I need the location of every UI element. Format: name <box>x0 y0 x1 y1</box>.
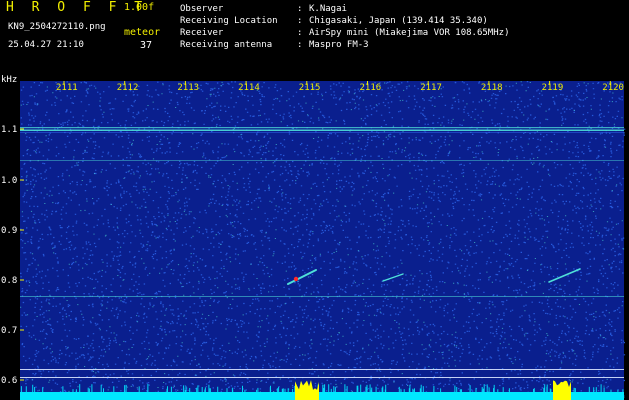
x-tick-label: 2111 <box>56 83 78 93</box>
reference-line-2 <box>20 377 624 378</box>
x-tick-label: 2120 <box>602 83 624 93</box>
meteor-peak-1 <box>293 276 299 282</box>
x-tick-label: 2115 <box>299 83 321 93</box>
carrier-line-lower <box>20 132 624 133</box>
x-tick-label: 2116 <box>360 83 382 93</box>
y-tick-label: 0.6 <box>1 376 17 386</box>
y-tick-label: 0.9 <box>1 226 17 236</box>
faint-line-2 <box>20 296 624 297</box>
activity-baseline <box>20 392 624 400</box>
x-tick-label: 2119 <box>542 83 564 93</box>
x-tick-label: 2118 <box>481 83 503 93</box>
spectrogram-background <box>20 81 624 400</box>
faint-line-1 <box>20 160 624 161</box>
x-tick-label: 2112 <box>117 83 139 93</box>
carrier-line-main <box>20 129 624 131</box>
spectrogram-canvas: 2111 2112 2113 2114 2115 2116 2117 2118 2119 2120… <box>1 81 626 400</box>
y-tick-label: 1.0 <box>1 176 17 186</box>
reference-line-1 <box>20 369 624 370</box>
x-tick-label: 2114 <box>238 83 260 93</box>
x-tick-label: 2117 <box>420 83 442 93</box>
carrier-line-upper <box>20 127 624 129</box>
y-tick-label: 0.7 <box>1 326 17 336</box>
x-tick-label: 2113 <box>177 83 199 93</box>
y-tick-label: 1.1 <box>1 125 17 135</box>
y-tick-label: 0.8 <box>1 276 17 286</box>
